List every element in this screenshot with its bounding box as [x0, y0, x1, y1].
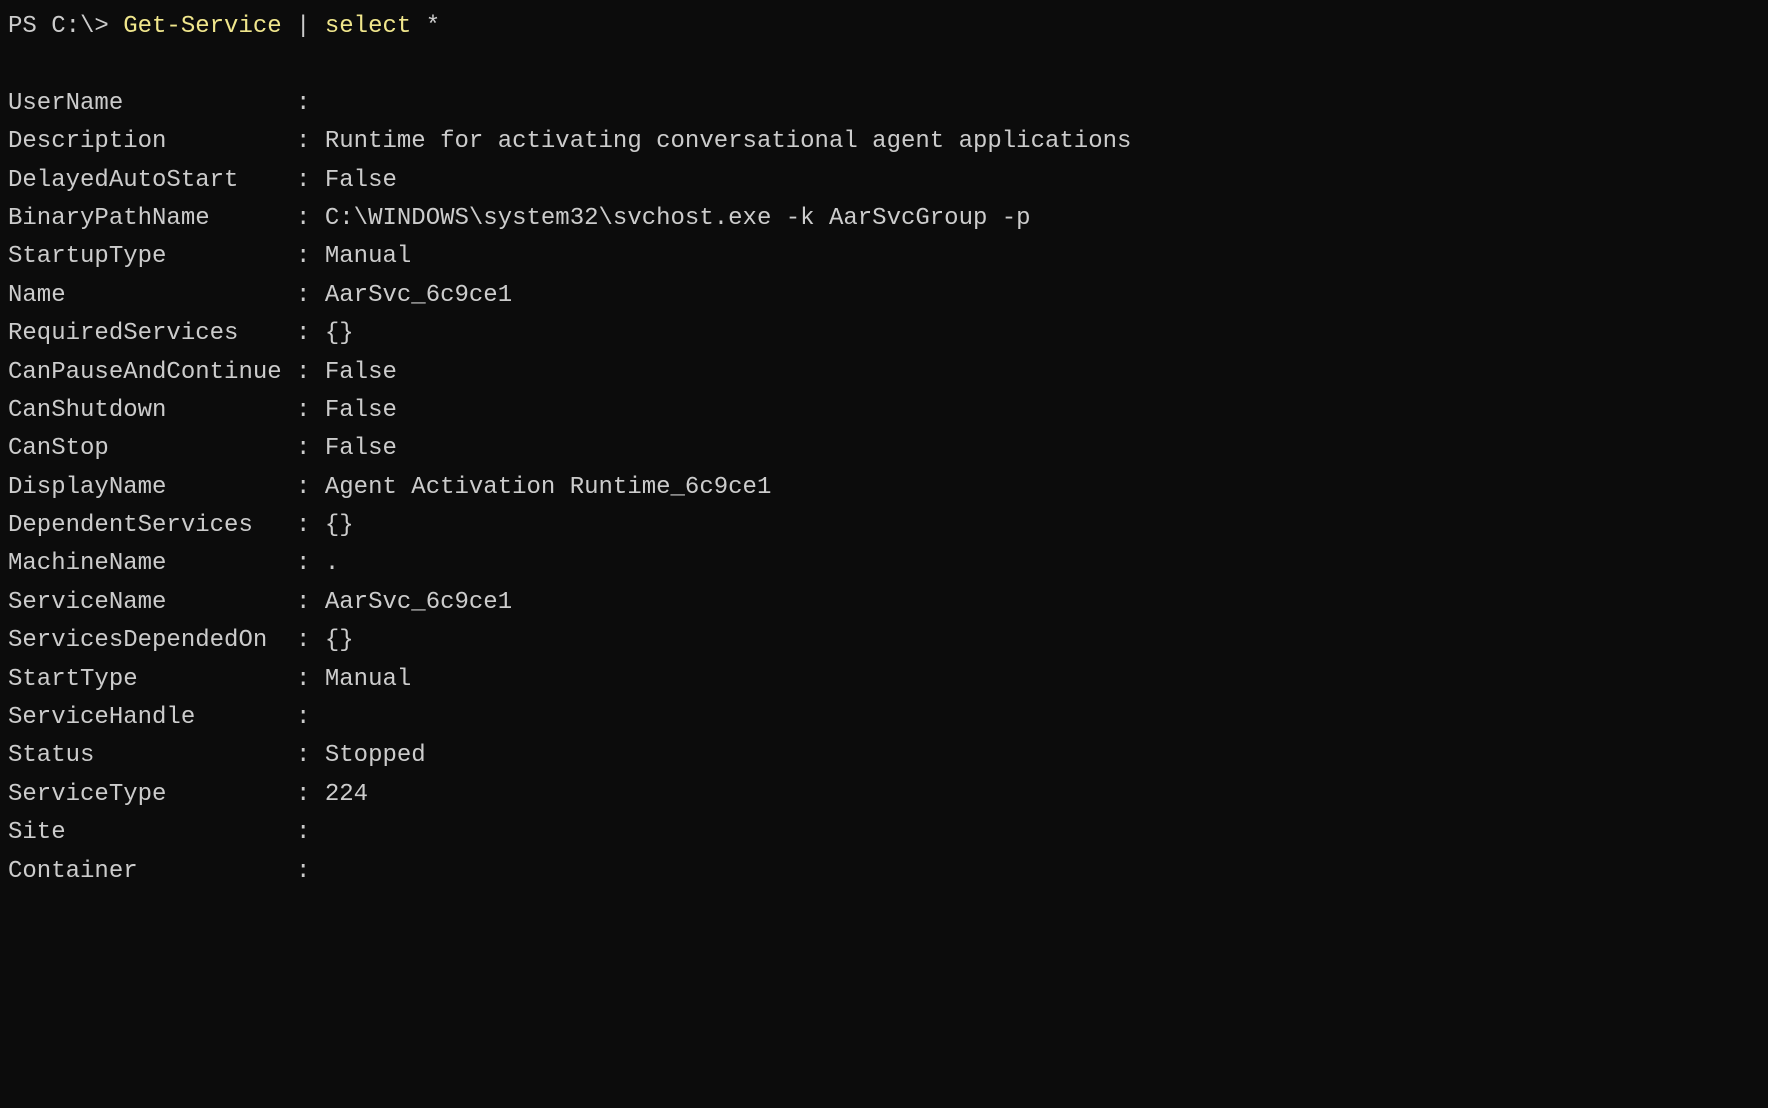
property-value: False	[310, 167, 396, 194]
property-value: C:\WINDOWS\system32\svchost.exe -k AarSv…	[310, 205, 1030, 232]
property-value: False	[310, 359, 396, 386]
command-prompt-line[interactable]: PS C:\> Get-Service | select *	[8, 8, 1760, 46]
property-separator: :	[282, 167, 311, 194]
property-line: ServiceName : AarSvc_6c9ce1	[8, 584, 1760, 622]
property-name: RequiredServices	[8, 320, 282, 347]
property-line: UserName :	[8, 85, 1760, 123]
property-value: False	[310, 435, 396, 462]
property-value: Manual	[310, 666, 411, 693]
property-separator: :	[282, 819, 311, 846]
property-separator: :	[282, 704, 311, 731]
property-separator: :	[282, 435, 311, 462]
property-name: CanStop	[8, 435, 282, 462]
command-output: UserName :Description : Runtime for acti…	[8, 85, 1760, 891]
property-line: RequiredServices : {}	[8, 315, 1760, 353]
property-line: CanPauseAndContinue : False	[8, 354, 1760, 392]
property-line: ServiceHandle :	[8, 699, 1760, 737]
property-separator: :	[282, 90, 311, 117]
property-separator: :	[282, 627, 311, 654]
property-line: ServicesDependedOn : {}	[8, 622, 1760, 660]
property-line: DelayedAutoStart : False	[8, 162, 1760, 200]
property-line: CanShutdown : False	[8, 392, 1760, 430]
property-line: Site :	[8, 814, 1760, 852]
property-name: CanPauseAndContinue	[8, 359, 282, 386]
property-separator: :	[282, 320, 311, 347]
property-value: Stopped	[310, 742, 425, 769]
property-value: .	[310, 550, 339, 577]
property-name: Site	[8, 819, 282, 846]
property-name: Description	[8, 128, 282, 155]
property-value: AarSvc_6c9ce1	[310, 589, 512, 616]
property-line: Status : Stopped	[8, 737, 1760, 775]
property-value: {}	[310, 627, 353, 654]
property-name: ServiceHandle	[8, 704, 282, 731]
property-separator: :	[282, 589, 311, 616]
property-value: 224	[310, 781, 368, 808]
property-name: UserName	[8, 90, 282, 117]
property-name: ServiceType	[8, 781, 282, 808]
property-separator: :	[282, 474, 311, 501]
property-line: CanStop : False	[8, 430, 1760, 468]
property-value: {}	[310, 512, 353, 539]
property-separator: :	[282, 205, 311, 232]
property-name: MachineName	[8, 550, 282, 577]
property-name: DependentServices	[8, 512, 282, 539]
property-name: BinaryPathName	[8, 205, 282, 232]
property-line: StartupType : Manual	[8, 238, 1760, 276]
property-separator: :	[282, 243, 311, 270]
pipe-symbol: |	[282, 13, 325, 40]
property-name: DelayedAutoStart	[8, 167, 282, 194]
property-name: Name	[8, 282, 282, 309]
property-name: DisplayName	[8, 474, 282, 501]
property-line: ServiceType : 224	[8, 776, 1760, 814]
property-line: Container :	[8, 853, 1760, 891]
property-line: BinaryPathName : C:\WINDOWS\system32\svc…	[8, 200, 1760, 238]
property-separator: :	[282, 359, 311, 386]
property-name: CanShutdown	[8, 397, 282, 424]
property-line: Name : AarSvc_6c9ce1	[8, 277, 1760, 315]
property-line: Description : Runtime for activating con…	[8, 123, 1760, 161]
property-line: DependentServices : {}	[8, 507, 1760, 545]
property-value: AarSvc_6c9ce1	[310, 282, 512, 309]
property-value: Manual	[310, 243, 411, 270]
property-separator: :	[282, 282, 311, 309]
property-value: Agent Activation Runtime_6c9ce1	[310, 474, 771, 501]
property-name: StartupType	[8, 243, 282, 270]
property-name: Status	[8, 742, 282, 769]
property-line: StartType : Manual	[8, 661, 1760, 699]
property-separator: :	[282, 666, 311, 693]
property-separator: :	[282, 858, 311, 885]
property-value: {}	[310, 320, 353, 347]
property-separator: :	[282, 550, 311, 577]
property-separator: :	[282, 128, 311, 155]
property-name: Container	[8, 858, 282, 885]
property-separator: :	[282, 781, 311, 808]
property-separator: :	[282, 512, 311, 539]
property-name: ServicesDependedOn	[8, 627, 282, 654]
property-line: DisplayName : Agent Activation Runtime_6…	[8, 469, 1760, 507]
property-line: MachineName : .	[8, 545, 1760, 583]
prompt-prefix: PS C:\>	[8, 13, 123, 40]
property-value: False	[310, 397, 396, 424]
cmdlet-select: select	[325, 13, 411, 40]
property-value: Runtime for activating conversational ag…	[310, 128, 1131, 155]
property-name: ServiceName	[8, 589, 282, 616]
property-separator: :	[282, 397, 311, 424]
property-separator: :	[282, 742, 311, 769]
cmdlet-get-service: Get-Service	[123, 13, 281, 40]
property-name: StartType	[8, 666, 282, 693]
command-args: *	[411, 13, 440, 40]
